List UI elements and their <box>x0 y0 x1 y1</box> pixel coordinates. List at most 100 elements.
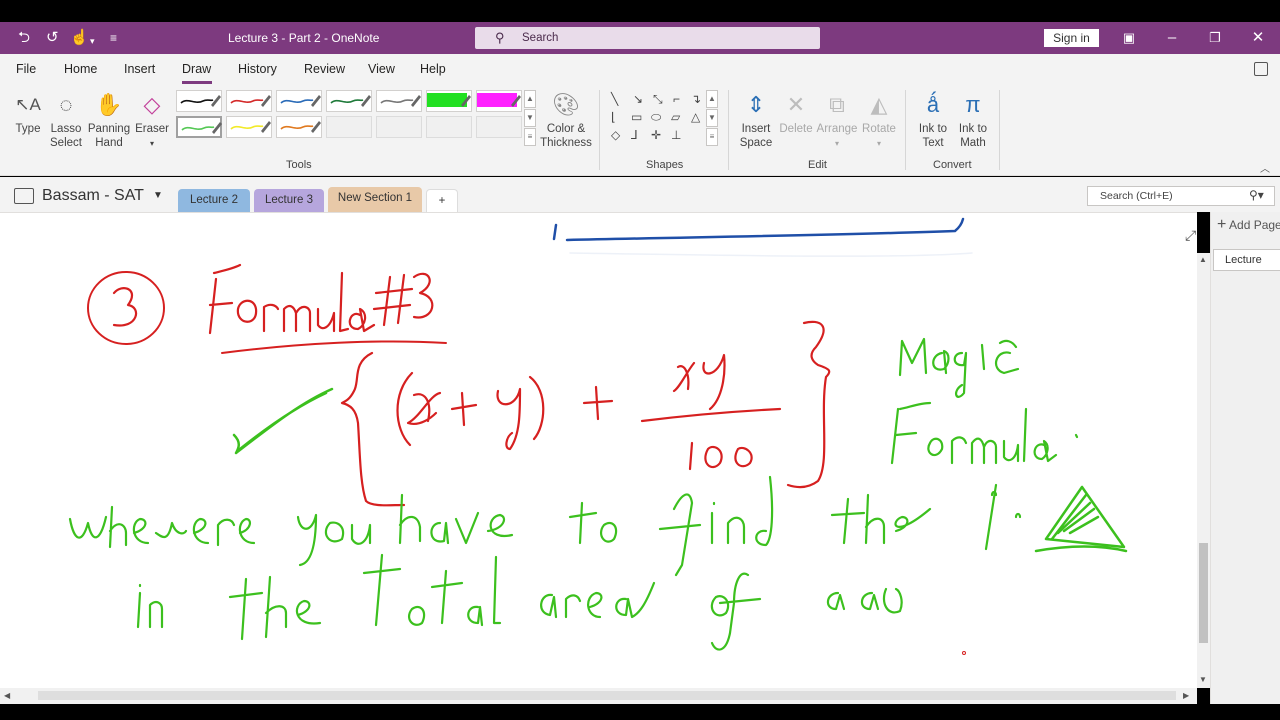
section-tab-new-section-1[interactable]: New Section 1 <box>328 187 422 212</box>
close-button[interactable]: ✕ <box>1243 27 1273 49</box>
insert-space-icon: ⇕ <box>746 92 766 117</box>
touch-mode-dropdown-icon[interactable]: ▾ <box>90 32 95 50</box>
heading-hash <box>372 273 414 327</box>
search-input[interactable]: ⚲ Search <box>475 27 820 49</box>
parallelogram-shape-icon[interactable]: ▱ <box>671 110 680 124</box>
shapes-more-icon[interactable]: ≡ <box>706 128 718 146</box>
triangle-shape-icon[interactable]: △ <box>691 110 700 124</box>
page-item[interactable]: Lecture <box>1213 249 1280 271</box>
scroll-up-icon[interactable]: ▲ <box>1199 255 1207 264</box>
vertical-scroll-thumb[interactable] <box>1199 543 1208 643</box>
collapse-ribbon-icon[interactable]: ︿ <box>1260 160 1270 175</box>
pen-preset[interactable] <box>226 116 272 138</box>
shapes-up-icon[interactable]: ▲ <box>706 90 718 108</box>
ink-to-math-label-2: Math <box>960 137 986 149</box>
minimize-button[interactable]: – <box>1157 27 1187 49</box>
panning-label-2: Hand <box>95 137 123 149</box>
sign-in-button[interactable]: Sign in <box>1044 29 1099 47</box>
ribbon-display-options-icon[interactable]: ▣ <box>1114 27 1144 49</box>
ink-drawing <box>68 217 1128 655</box>
eraser-label: Eraser <box>135 123 169 135</box>
pen-preset[interactable] <box>176 90 222 112</box>
pen-preset[interactable] <box>326 90 372 112</box>
page-canvas[interactable]: ⤢ <box>0 212 1197 688</box>
panning-hand-button[interactable]: ✋ Panning Hand <box>86 88 132 150</box>
expand-icon[interactable]: ⤢ <box>1185 227 1196 244</box>
tab-review[interactable]: Review <box>304 62 345 76</box>
tab-history[interactable]: History <box>238 62 277 76</box>
eraser-button[interactable]: ◇ Eraser ▾ <box>134 88 170 151</box>
plus-icon: + <box>1217 216 1227 233</box>
ink-to-math-button[interactable]: π Ink to Math <box>954 88 992 150</box>
tab-insert[interactable]: Insert <box>124 62 155 76</box>
pen-slot-empty[interactable] <box>476 116 522 138</box>
pen-preset[interactable] <box>276 116 322 138</box>
arrange-button[interactable]: ⧉ Arrange ▾ <box>816 88 858 151</box>
scroll-down-icon[interactable]: ▼ <box>1199 675 1207 684</box>
double-arrow-shape-icon[interactable]: ⤡ <box>653 92 663 107</box>
section-tab-lecture-3[interactable]: Lecture 3 <box>254 189 324 212</box>
horizontal-scroll-thumb[interactable] <box>38 691 1176 700</box>
pen-slot-empty[interactable] <box>326 116 372 138</box>
pen-preset[interactable] <box>226 90 272 112</box>
pen-preset[interactable] <box>426 90 472 112</box>
elbow-line-shape-icon[interactable]: ⌊ <box>611 110 616 124</box>
tab-home[interactable]: Home <box>64 62 97 76</box>
pen-slot-empty[interactable] <box>376 116 422 138</box>
notebook-icon[interactable] <box>14 188 34 204</box>
triangle-symbol <box>1034 485 1128 553</box>
arrow-shape-icon[interactable]: ↘ <box>633 92 643 106</box>
restore-button[interactable]: ❐ <box>1200 27 1230 49</box>
tab-file[interactable]: File <box>16 62 36 76</box>
shapes-down-icon[interactable]: ▼ <box>706 109 718 127</box>
rectangle-shape-icon[interactable]: ▭ <box>631 110 642 124</box>
section-tab-lecture-2[interactable]: Lecture 2 <box>178 189 250 212</box>
rotate-button[interactable]: ◭ Rotate ▾ <box>860 88 898 151</box>
fraction-bar <box>640 407 782 423</box>
elbow-arrow-shape-icon[interactable]: ↴ <box>691 92 701 106</box>
color-label-2: Thickness <box>540 137 592 149</box>
pen-preset[interactable] <box>276 90 322 112</box>
3d-axis-shape-icon[interactable]: ⊥ <box>671 128 681 142</box>
type-button[interactable]: ↖A Type <box>10 88 46 136</box>
tab-help[interactable]: Help <box>420 62 446 76</box>
page-search-input[interactable]: Search (Ctrl+E) ⚲▾ <box>1087 186 1275 206</box>
vertical-scrollbar[interactable]: ▲ ▼ <box>1197 253 1210 688</box>
undo-icon[interactable]: ↺ <box>46 29 59 47</box>
notebook-dropdown-icon[interactable]: ▼ <box>153 190 163 201</box>
pen-gallery-up-icon[interactable]: ▲ <box>524 90 536 108</box>
line-shape-icon[interactable]: ╲ <box>611 92 618 106</box>
pen-preset[interactable] <box>476 90 522 112</box>
horizontal-scrollbar[interactable]: ◀ ▶ <box>0 688 1197 704</box>
tab-view[interactable]: View <box>368 62 395 76</box>
pen-slot-empty[interactable] <box>426 116 472 138</box>
notebook-pane-icon[interactable] <box>1254 62 1268 76</box>
pen-preset[interactable] <box>376 90 422 112</box>
elbow-shape-icon[interactable]: ⌐ <box>673 92 680 106</box>
pen-gallery-more-icon[interactable]: ≡ <box>524 128 536 146</box>
cross-axis-shape-icon[interactable]: ✛ <box>651 128 661 142</box>
customize-toolbar-icon[interactable]: ≡ <box>110 29 117 47</box>
touch-mode-icon[interactable]: ☝ <box>70 29 89 47</box>
color-thickness-button[interactable]: 🎨︎ Color & Thickness <box>540 88 592 150</box>
axis-shape-icon[interactable]: ⅃ <box>631 128 638 142</box>
text-formula <box>890 401 1079 465</box>
add-page-button[interactable]: + Add Page <box>1217 216 1280 234</box>
divider <box>599 90 600 170</box>
pen-gallery-down-icon[interactable]: ▼ <box>524 109 536 127</box>
scroll-right-icon[interactable]: ▶ <box>1183 691 1189 700</box>
scroll-left-icon[interactable]: ◀ <box>4 691 10 700</box>
delete-button[interactable]: ✕ Delete <box>778 88 814 136</box>
back-icon[interactable]: ⮌ <box>18 29 30 47</box>
insert-space-button[interactable]: ⇕ Insert Space <box>736 88 776 150</box>
pen-preset[interactable] <box>176 116 222 138</box>
ink-to-text-button[interactable]: ǻ Ink to Text <box>914 88 952 150</box>
text-the-1 <box>830 493 932 545</box>
lasso-select-button[interactable]: ◌ Lasso Select <box>48 88 84 150</box>
notebook-name[interactable]: Bassam - SAT <box>42 187 144 205</box>
tab-draw[interactable]: Draw <box>182 62 211 76</box>
diamond-shape-icon[interactable]: ◇ <box>611 128 620 142</box>
ellipse-shape-icon[interactable]: ⬭ <box>651 110 661 125</box>
arrange-label: Arrange <box>816 123 858 135</box>
add-section-button[interactable]: + <box>426 189 458 212</box>
